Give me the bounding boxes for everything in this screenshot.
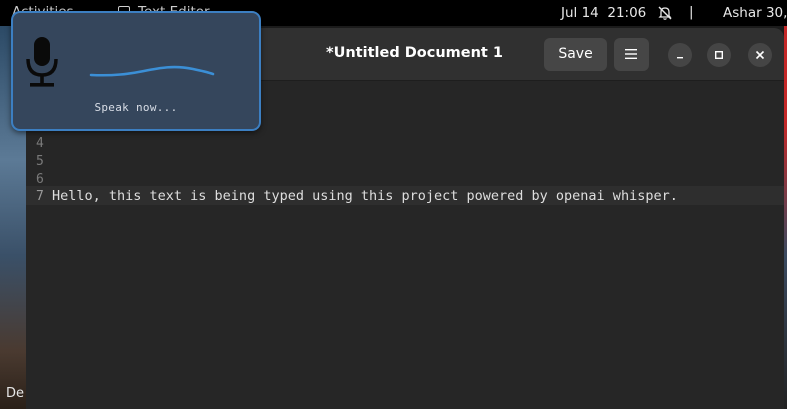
clock-date: Jul 14 — [561, 5, 599, 21]
clock-time: 21:06 — [607, 5, 647, 21]
hamburger-menu-icon — [625, 49, 637, 59]
line-number: 5 — [36, 154, 44, 169]
speak-now-prompt: Speak now... — [94, 101, 178, 114]
user-status[interactable]: Ashar 30, — [723, 5, 787, 21]
notifications-muted-icon[interactable] — [657, 5, 673, 21]
topbar-separator: | — [689, 4, 694, 20]
maximize-icon — [715, 51, 723, 59]
close-button[interactable] — [748, 43, 772, 67]
document-title: *Untitled Document 1 — [326, 45, 503, 61]
line-number: 6 — [36, 172, 44, 187]
line-number: 4 — [36, 136, 44, 151]
minimize-icon — [677, 57, 683, 59]
desktop-label: De — [6, 386, 25, 401]
close-icon — [755, 50, 765, 60]
main-menu-button[interactable] — [614, 38, 649, 71]
minimize-button[interactable] — [668, 43, 692, 67]
voice-input-popup: Speak now... — [11, 11, 261, 131]
save-button[interactable]: Save — [544, 38, 607, 71]
editor-text-line[interactable]: Hello, this text is being typed using th… — [52, 188, 678, 204]
maximize-button[interactable] — [707, 43, 731, 67]
current-line-number: 7 — [36, 189, 44, 204]
audio-waveform — [89, 65, 215, 77]
clock[interactable]: Jul 14 21:06 — [561, 5, 646, 21]
microphone-icon — [26, 37, 58, 87]
